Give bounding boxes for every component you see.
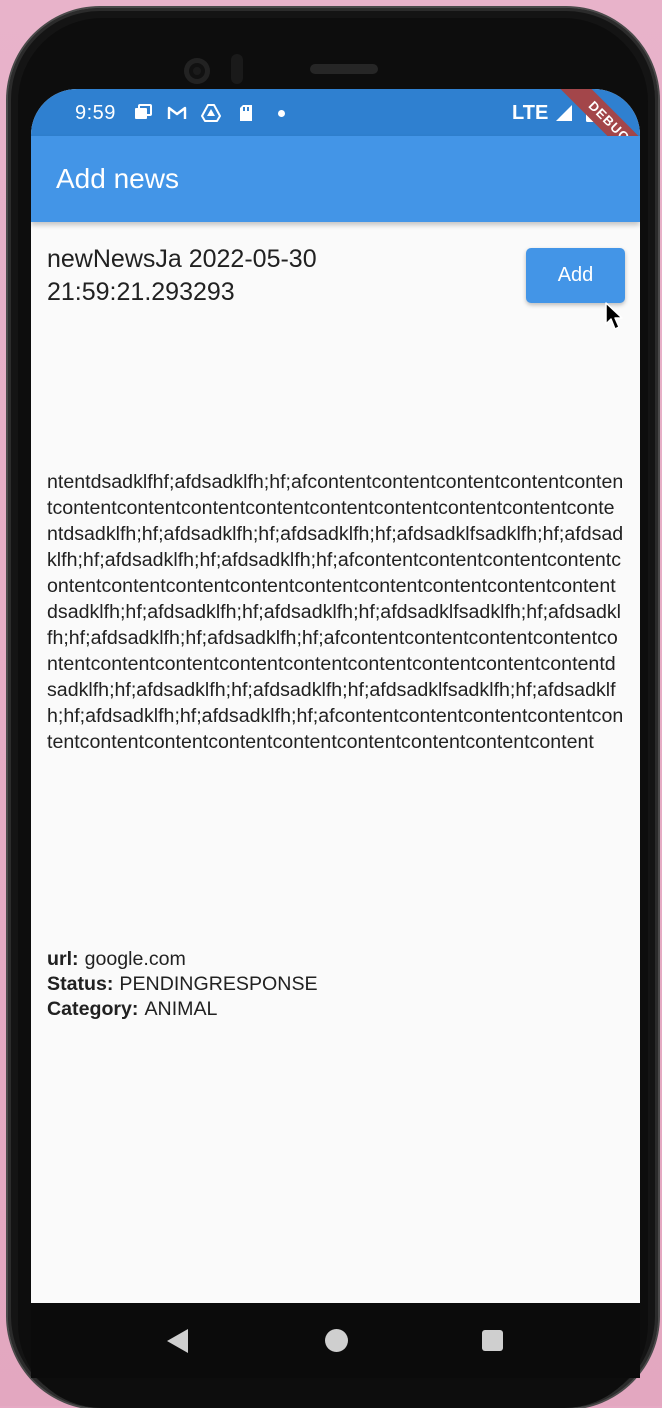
gmail-icon [167, 106, 187, 119]
drive-icon [201, 104, 221, 122]
category-value: ANIMAL [144, 998, 218, 1020]
status-time: 9:59 [75, 102, 116, 124]
status-bar: 9:59 LTE DEBUG [31, 89, 640, 183]
earpiece-speaker [310, 64, 378, 74]
news-metadata: url: google.com Status: PENDINGRESPONSE Ca… [47, 947, 617, 1022]
recents-icon[interactable] [482, 1330, 503, 1351]
notification-dot-icon [278, 110, 285, 117]
app-bar: Add news [31, 136, 640, 222]
status-label: Status: [47, 973, 114, 995]
navigation-bar [31, 1303, 640, 1378]
news-title: newNewsJa 2022-05-30 21:59:21.293293 [47, 245, 317, 306]
url-label: url: [47, 948, 79, 970]
screen: 9:59 LTE DEBUG Add news newNewsJa 2022-0… [31, 89, 640, 1303]
network-type: LTE [512, 102, 549, 124]
category-row: Category: ANIMAL [47, 997, 617, 1022]
url-value: google.com [84, 948, 186, 970]
category-label: Category: [47, 998, 139, 1020]
status-row: Status: PENDINGRESPONSE [47, 972, 617, 997]
home-icon[interactable] [325, 1329, 348, 1352]
chat-notification-icon [135, 104, 152, 119]
add-button[interactable]: Add [526, 248, 625, 303]
front-camera [184, 58, 210, 84]
status-value: PENDINGRESPONSE [119, 973, 318, 995]
page-title: Add news [56, 163, 179, 194]
url-row: url: google.com [47, 947, 617, 972]
news-content: ntentdsadklfhf;afdsadklfh;hf;afcontentco… [47, 471, 624, 753]
signal-icon [556, 105, 572, 121]
proximity-sensor [231, 54, 243, 84]
sd-card-icon [240, 105, 252, 121]
back-icon[interactable] [167, 1329, 188, 1353]
mouse-cursor-icon [605, 302, 623, 330]
